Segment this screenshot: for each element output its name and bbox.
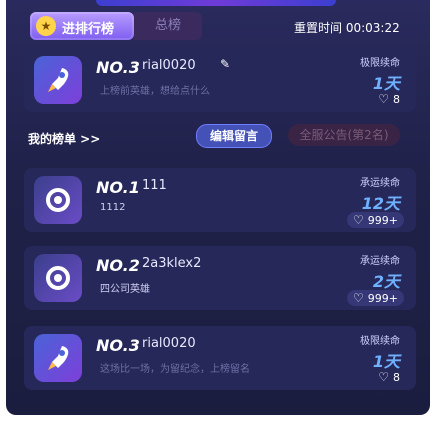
avatar	[34, 56, 82, 104]
rank-number: NO.3	[96, 58, 140, 77]
likes-count: 999+	[367, 291, 398, 305]
rocket-icon	[48, 68, 69, 92]
top-glow	[96, 0, 336, 6]
user-message: 上榜前英雄，想给点什么	[100, 86, 210, 97]
days-count: 1天	[372, 74, 400, 93]
likes-count: 8	[393, 92, 400, 106]
days-count: 1天	[372, 352, 400, 371]
heart-icon: ♡	[353, 213, 364, 227]
avatar	[34, 254, 82, 302]
tab-overall[interactable]: 总榜	[134, 12, 202, 40]
user-message: 这场比一场，为留纪念，上榜留名	[100, 364, 250, 375]
pencil-icon[interactable]: ✎	[220, 57, 230, 71]
user-message: 1112	[100, 202, 126, 213]
status-tag: 极限续命	[360, 336, 400, 347]
likes[interactable]: ♡ 8	[378, 370, 400, 384]
likes[interactable]: ♡ 999+	[347, 212, 404, 228]
reset-timer: 重置时间 00:03:22	[294, 21, 400, 35]
heart-icon: ♡	[353, 291, 364, 305]
rank-number: NO.2	[96, 256, 140, 275]
user-name: 111	[142, 178, 167, 193]
user-message: 四公司英雄	[100, 284, 150, 295]
status-tag: 极限续命	[360, 58, 400, 69]
edit-message-button[interactable]: 编辑留言	[196, 124, 272, 148]
rank-number: NO.3	[96, 336, 140, 355]
days-count: 12天	[361, 194, 400, 213]
avatar	[34, 176, 82, 224]
my-list-link[interactable]: 我的榜单 >>	[28, 130, 100, 147]
trophy-icon: ★	[36, 16, 56, 36]
list-item[interactable]: NO.1 111 1112 承运续命 12天 ♡ 999+	[24, 168, 416, 232]
status-tag: 承运续命	[360, 178, 400, 189]
likes-count: 999+	[367, 213, 398, 227]
list-item[interactable]: NO.2 2a3klex2 四公司英雄 承运续命 2天 ♡ 999+	[24, 246, 416, 310]
rank-number: NO.1	[96, 178, 140, 197]
tab-rank-list[interactable]: ★ 进排行榜	[30, 12, 134, 40]
avatar	[34, 334, 82, 382]
tab-rank-list-label: 进排行榜	[62, 22, 115, 37]
user-name: 2a3klex2	[142, 256, 202, 271]
rocket-icon	[48, 346, 69, 370]
gear-icon	[46, 266, 70, 290]
heart-icon: ♡	[378, 92, 389, 106]
my-rank-card[interactable]: NO.3 rial0020 ✎ 上榜前英雄，想给点什么 极限续命 1天 ♡ 8	[24, 48, 416, 112]
heart-icon: ♡	[378, 370, 389, 384]
user-name: rial0020	[142, 58, 196, 73]
status-tag: 承运续命	[360, 256, 400, 267]
list-item[interactable]: NO.3 rial0020 这场比一场，为留纪念，上榜留名 极限续命 1天 ♡ …	[24, 326, 416, 390]
leaderboard-panel: ★ 进排行榜 总榜 重置时间 00:03:22 NO.3 rial0020 ✎ …	[6, 0, 430, 415]
rank-badge: 全服公告(第2名)	[288, 124, 400, 146]
likes-count: 8	[393, 370, 400, 384]
gear-icon	[46, 188, 70, 212]
likes[interactable]: ♡ 999+	[347, 290, 404, 306]
user-name: rial0020	[142, 336, 196, 351]
likes[interactable]: ♡ 8	[378, 92, 400, 106]
days-count: 2天	[372, 272, 400, 291]
